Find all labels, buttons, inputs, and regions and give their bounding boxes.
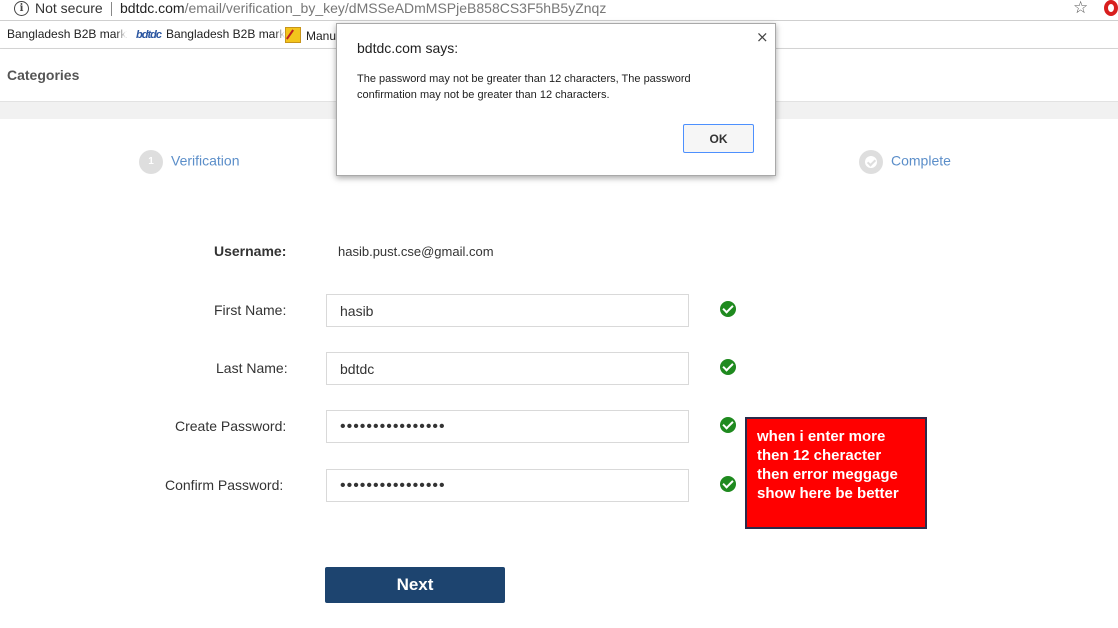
- bookmark-item[interactable]: Bangladesh B2B mark: [7, 27, 127, 41]
- next-button[interactable]: Next: [325, 567, 505, 603]
- create-password-valid-icon: [720, 417, 736, 433]
- url-host: bdtdc.com: [120, 0, 185, 16]
- opera-icon[interactable]: [1104, 0, 1118, 16]
- first-name-label: First Name:: [214, 302, 287, 318]
- url-text[interactable]: bdtdc.com/email/verification_by_key/dMSS…: [120, 0, 606, 16]
- last-name-label: Last Name:: [216, 360, 288, 376]
- url-separator: [111, 2, 112, 16]
- create-password-label: Create Password:: [175, 418, 287, 434]
- step-verification[interactable]: 1 Verification: [139, 150, 239, 174]
- manu-bookmark-icon: [285, 27, 301, 43]
- info-icon[interactable]: i: [14, 1, 29, 16]
- dialog-title: bdtdc.com says:: [357, 40, 459, 56]
- bookmark-label: Manu: [306, 29, 337, 43]
- ok-button[interactable]: OK: [683, 124, 754, 153]
- check-circle-icon: [859, 150, 883, 174]
- bookmark-item[interactable]: Manu: [285, 27, 336, 43]
- first-name-valid-icon: [720, 301, 736, 317]
- url-path: /email/verification_by_key/dMSSeADmMSPje…: [184, 0, 607, 16]
- categories-menu[interactable]: Categories: [7, 67, 79, 83]
- first-name-field[interactable]: [326, 294, 689, 327]
- confirm-password-valid-icon: [720, 476, 736, 492]
- bookmark-label: Bangladesh B2B mark: [165, 27, 286, 41]
- address-bar[interactable]: i Not secure bdtdc.com/email/verificatio…: [0, 0, 1118, 21]
- username-value: hasib.pust.cse@gmail.com: [338, 244, 494, 259]
- bdtdc-logo-icon: bdtdc: [136, 29, 162, 41]
- bookmark-item[interactable]: bdtdc Bangladesh B2B mark: [136, 27, 286, 41]
- annotation-note: when i enter more then 12 cheracter then…: [745, 417, 927, 529]
- alert-dialog: bdtdc.com says: × The password may not b…: [336, 23, 776, 176]
- step-label: Complete: [891, 152, 951, 169]
- security-label[interactable]: Not secure: [35, 0, 103, 16]
- last-name-field[interactable]: [326, 352, 689, 385]
- create-password-field[interactable]: [326, 410, 689, 443]
- confirm-password-label: Confirm Password:: [165, 477, 284, 493]
- username-label: Username:: [214, 243, 287, 259]
- step-complete[interactable]: Complete: [859, 150, 951, 174]
- step-label: Verification: [171, 152, 240, 169]
- last-name-valid-icon: [720, 359, 736, 375]
- dialog-message: The password may not be greater than 12 …: [357, 73, 691, 101]
- step-number-badge: 1: [139, 150, 163, 174]
- confirm-password-field[interactable]: [326, 469, 689, 502]
- bookmark-star-icon[interactable]: ☆: [1073, 0, 1088, 18]
- close-icon[interactable]: ×: [756, 28, 769, 46]
- bookmark-label: Bangladesh B2B mark: [7, 27, 127, 41]
